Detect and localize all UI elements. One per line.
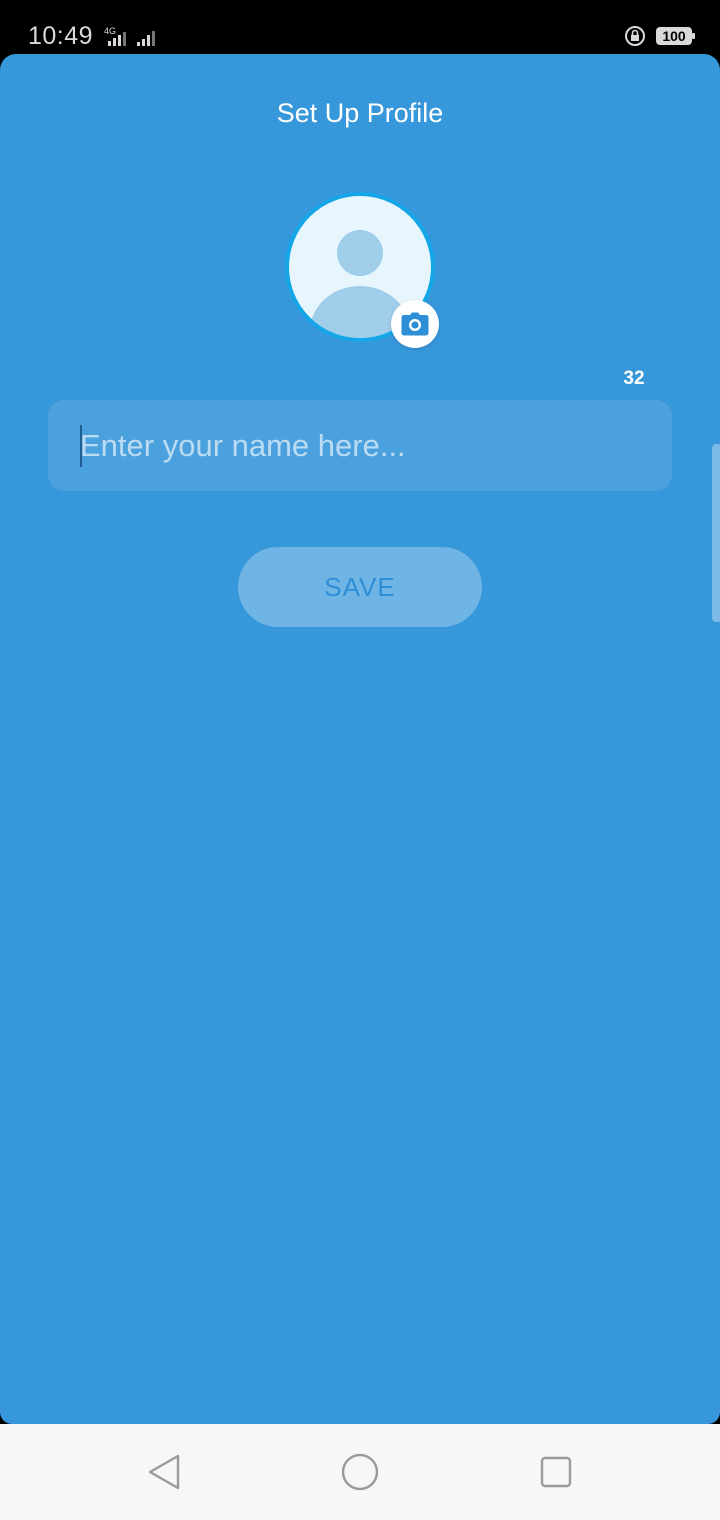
- rotation-lock-icon: [625, 26, 645, 46]
- status-right: 100: [624, 24, 695, 48]
- system-navigation-bar: [0, 1424, 720, 1520]
- recents-icon[interactable]: [536, 1452, 576, 1492]
- back-icon[interactable]: [144, 1452, 184, 1492]
- camera-icon: [401, 312, 429, 336]
- change-photo-button[interactable]: [391, 300, 439, 348]
- page-title: Set Up Profile: [276, 98, 444, 128]
- profile-setup-screen: Set Up Profile 32 SAVE: [0, 54, 720, 1424]
- save-button[interactable]: SAVE: [238, 547, 482, 627]
- battery-indicator: 100: [656, 27, 695, 45]
- avatar-container[interactable]: [285, 192, 441, 348]
- name-input[interactable]: [80, 427, 652, 464]
- home-icon[interactable]: [340, 1452, 380, 1492]
- battery-level: 100: [662, 28, 686, 44]
- cellular-signal-icon: 4G: [104, 26, 155, 46]
- character-counter: 32: [623, 368, 645, 389]
- status-bar: 10:49 4G 100: [0, 0, 720, 60]
- name-field[interactable]: [48, 400, 672, 491]
- scroll-handle[interactable]: [712, 444, 720, 622]
- status-time: 10:49: [28, 22, 94, 50]
- network-type-label: 4G: [104, 26, 116, 36]
